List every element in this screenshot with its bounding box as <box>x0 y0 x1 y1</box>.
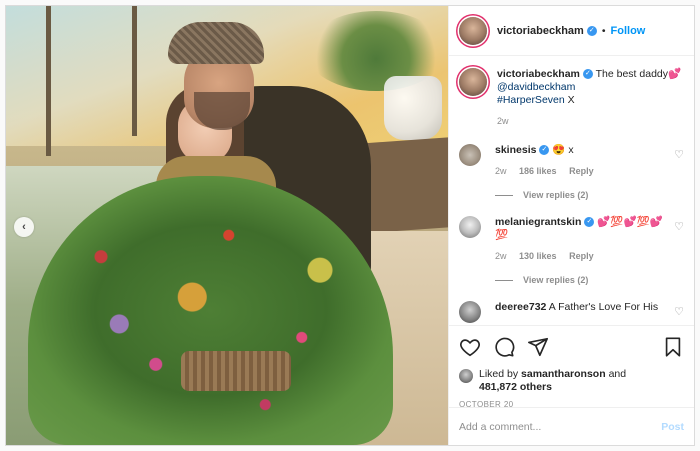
replies-divider <box>495 279 513 281</box>
view-replies-label: View replies (2) <box>523 275 589 285</box>
author-username[interactable]: victoriabeckham <box>497 25 584 37</box>
add-comment-input[interactable]: Add a comment... <box>459 421 661 433</box>
liked-by-joiner: and <box>608 368 627 380</box>
comment-like-heart-icon[interactable]: ♡ <box>674 305 684 318</box>
caption-username[interactable]: victoriabeckham <box>497 68 580 80</box>
liked-by-others[interactable]: 481,872 others <box>479 381 552 393</box>
add-comment-bar: Add a comment... Post <box>449 407 694 445</box>
verified-badge-icon: ✓ <box>582 69 593 80</box>
post-photo[interactable]: ‹ <box>6 6 448 445</box>
comment-likes[interactable]: 130 likes <box>519 251 557 261</box>
comment-body: skinesis ✓ 😍 x 2w 186 likes Reply <box>495 144 665 178</box>
photo-basket <box>181 351 291 391</box>
liked-by-text: Liked by samantharonson and 481,872 othe… <box>479 368 626 394</box>
comment-item: melaniegrantskin ✓ 💕💯💕💯💕💯 2w 130 likes Re… <box>459 216 684 263</box>
comment-meta: 2w 186 likes Reply <box>495 165 665 178</box>
post-sidebar: victoriabeckham ✓ • Follow victoriabeckh… <box>448 6 694 445</box>
comment-avatar[interactable] <box>459 216 481 238</box>
liked-by-user[interactable]: samantharonson <box>521 368 606 380</box>
comment-avatar[interactable] <box>459 144 481 166</box>
view-replies-button[interactable]: View replies (2) <box>495 190 684 200</box>
comment-reply-button[interactable]: Reply <box>569 251 594 261</box>
photo-tent-pole <box>46 6 51 156</box>
caption-text: The best daddy💕 <box>595 68 682 80</box>
caption-body: victoriabeckham ✓ The best daddy💕 @davidb… <box>497 68 681 128</box>
comment-text: 😍 x <box>552 144 574 156</box>
previous-photo-button[interactable]: ‹ <box>14 217 34 237</box>
save-bookmark-icon[interactable] <box>662 336 684 358</box>
post-comment-button[interactable]: Post <box>661 421 684 433</box>
caption: victoriabeckham ✓ The best daddy💕 @davidb… <box>459 68 684 128</box>
instagram-post: ‹ victoriabeckham ✓ • Follow victoriabec… <box>5 5 695 446</box>
view-replies-button[interactable]: View replies (2) <box>495 275 684 285</box>
separator-dot: • <box>601 24 606 37</box>
comment-item: deeree732 A Father's Love For His ♡ <box>459 301 684 323</box>
comment-text: A Father's Love For His <box>548 301 659 313</box>
post-header: victoriabeckham ✓ • Follow <box>449 6 694 56</box>
comment-body: deeree732 A Father's Love For His <box>495 301 665 323</box>
comment-username[interactable]: skinesis <box>495 144 536 156</box>
liked-by-avatar[interactable] <box>459 369 473 383</box>
action-icons <box>459 334 684 360</box>
verified-badge-icon: ✓ <box>584 217 595 228</box>
caption-age[interactable]: 2w <box>497 116 509 126</box>
liked-by-prefix: Liked by <box>479 368 519 380</box>
caption-suffix: X <box>564 94 575 106</box>
comment-bubble-icon[interactable] <box>493 336 515 358</box>
caption-mention-link[interactable]: @davidbeckham <box>497 81 575 93</box>
liked-by: Liked by samantharonson and 481,872 othe… <box>459 368 684 394</box>
caption-avatar[interactable] <box>459 68 487 96</box>
comment-likes[interactable]: 186 likes <box>519 166 557 176</box>
author-avatar[interactable] <box>459 16 487 45</box>
comment-avatar[interactable] <box>459 301 481 323</box>
replies-divider <box>495 194 513 196</box>
caption-meta: 2w <box>497 115 681 128</box>
photo-tent-pole <box>132 6 137 136</box>
photo-flat-cap <box>168 22 264 64</box>
comment-meta: 2w 130 likes Reply <box>495 250 665 263</box>
verified-badge-icon: ✓ <box>539 145 550 156</box>
comment-item: skinesis ✓ 😍 x 2w 186 likes Reply ♡ <box>459 144 684 178</box>
comment-age[interactable]: 2w <box>495 166 507 176</box>
comments-list[interactable]: victoriabeckham ✓ The best daddy💕 @davidb… <box>449 56 694 325</box>
comment-username[interactable]: deeree732 <box>495 301 546 313</box>
comment-like-heart-icon[interactable]: ♡ <box>674 220 684 233</box>
comment-reply-button[interactable]: Reply <box>569 166 594 176</box>
like-heart-icon[interactable] <box>459 336 481 358</box>
chevron-left-icon: ‹ <box>22 221 26 233</box>
comment-age[interactable]: 2w <box>495 251 507 261</box>
comment-like-heart-icon[interactable]: ♡ <box>674 148 684 161</box>
follow-button[interactable]: Follow <box>611 25 646 37</box>
photo-vase <box>384 76 442 140</box>
caption-hashtag-link[interactable]: #HarperSeven <box>497 94 565 106</box>
verified-badge-icon: ✓ <box>586 25 597 36</box>
comment-username[interactable]: melaniegrantskin <box>495 216 581 228</box>
view-replies-label: View replies (2) <box>523 190 589 200</box>
share-paper-plane-icon[interactable] <box>527 336 549 358</box>
comment-body: melaniegrantskin ✓ 💕💯💕💯💕💯 2w 130 likes Re… <box>495 216 665 263</box>
